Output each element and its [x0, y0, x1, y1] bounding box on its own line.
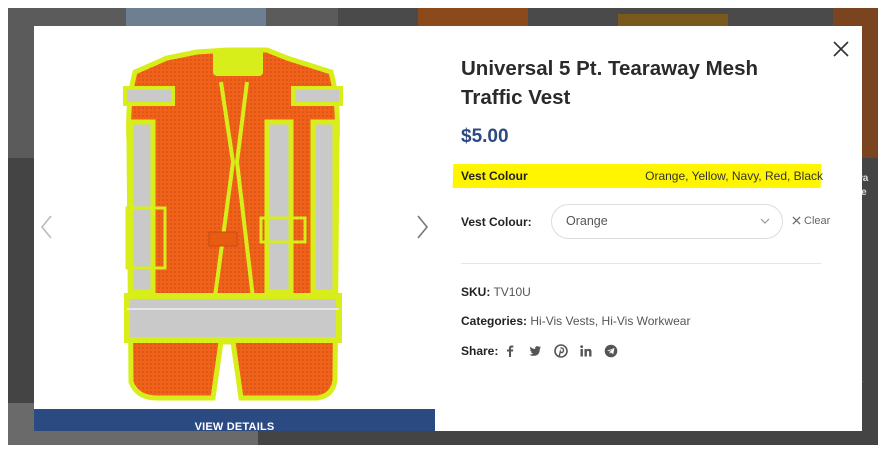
- category-link[interactable]: Hi-Vis Workwear: [602, 314, 691, 328]
- chevron-down-icon: [760, 218, 770, 224]
- product-summary: Universal 5 Pt. Tearaway Mesh Traffic Ve…: [452, 26, 831, 431]
- share-label: Share:: [461, 344, 499, 358]
- linkedin-icon[interactable]: [579, 344, 593, 358]
- sku-value: TV10U: [493, 285, 531, 299]
- share-row: Share:: [461, 344, 618, 358]
- view-details-button[interactable]: VIEW DETAILS: [34, 409, 435, 431]
- category-separator: ,: [594, 314, 599, 328]
- chevron-left-icon: [40, 215, 52, 239]
- attribute-value: Orange, Yellow, Navy, Red, Black: [645, 169, 823, 183]
- close-icon: [833, 41, 849, 57]
- categories-label: Categories:: [461, 314, 528, 328]
- vest-colour-select[interactable]: Orange: [551, 204, 783, 239]
- twitter-icon[interactable]: [528, 344, 542, 358]
- close-button[interactable]: [830, 38, 852, 60]
- vest-image: [123, 47, 343, 401]
- pinterest-icon[interactable]: [553, 344, 568, 358]
- vest-colour-selected: Orange: [566, 214, 608, 228]
- product-title: Universal 5 Pt. Tearaway Mesh Traffic Ve…: [461, 57, 759, 109]
- quick-view-modal: VIEW DETAILS Universal 5 Pt. Tearaway Me…: [34, 26, 862, 431]
- product-price: $5.00: [461, 126, 509, 147]
- clear-label: Clear: [804, 215, 831, 227]
- facebook-icon[interactable]: [503, 344, 517, 358]
- product-image[interactable]: [117, 42, 349, 402]
- divider: [461, 263, 821, 264]
- gallery-prev-button[interactable]: [37, 212, 57, 242]
- attribute-label: Vest Colour: [461, 169, 528, 183]
- gallery-next-button[interactable]: [412, 212, 432, 242]
- clear-button[interactable]: Clear: [792, 215, 830, 227]
- category-link[interactable]: Hi-Vis Vests: [530, 314, 594, 328]
- chevron-right-icon: [417, 215, 429, 239]
- variation-label: Vest Colour:: [461, 215, 532, 229]
- product-gallery: VIEW DETAILS: [34, 26, 435, 431]
- sku-row: SKU: TV10U: [461, 285, 531, 299]
- close-icon: [792, 216, 801, 225]
- telegram-icon[interactable]: [604, 344, 618, 358]
- sku-label: SKU:: [461, 285, 491, 299]
- categories-row: Categories: Hi-Vis Vests, Hi-Vis Workwea…: [461, 314, 690, 328]
